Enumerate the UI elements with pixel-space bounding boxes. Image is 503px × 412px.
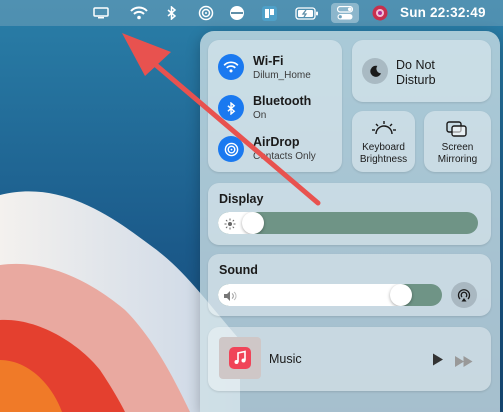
battery-icon[interactable] [293,0,321,26]
display-icon[interactable] [90,0,112,26]
keyboard-brightness-label-line1: Keyboard [362,142,405,153]
fast-forward-icon[interactable] [455,354,473,372]
bluetooth-toggle[interactable]: Bluetooth On [208,87,342,127]
now-playing-tile: Music [208,327,491,391]
keyboard-brightness-tile[interactable]: Keyboard Brightness [352,111,415,172]
screen-mirroring-label-line2: Mirroring [437,154,478,165]
display-tile: Display [208,183,491,245]
do-not-disturb-tile[interactable]: Do Not Disturb [352,40,491,102]
menu-bar-clock[interactable]: Sun 22:32:49 [400,0,486,26]
moon-icon [362,58,388,84]
control-center-icon[interactable] [331,3,359,23]
bluetooth-title: Bluetooth [253,94,312,108]
bluetooth-icon[interactable] [165,0,179,26]
keyboard-brightness-label-line2: Brightness [359,154,408,165]
wifi-title: Wi-Fi [253,54,284,68]
wifi-toggle[interactable]: Wi-Fi Dilum_Home [208,40,342,82]
menu-bar: Sun 22:32:49 [0,0,503,26]
volume-slider-fill [218,284,401,306]
sound-tile: Sound [208,254,491,316]
airdrop-icon [218,136,244,162]
status-icon[interactable] [227,0,247,26]
wifi-icon[interactable] [128,0,150,26]
sun-icon [224,217,236,234]
sound-label: Sound [219,263,258,277]
volume-slider[interactable] [218,284,442,306]
music-label: Music [269,352,302,366]
connectivity-tile: Wi-Fi Dilum_Home Bluetooth On AirDrop Co… [208,40,342,172]
app-icon[interactable] [259,0,279,26]
airplay-audio-icon[interactable] [451,282,477,308]
wifi-subtitle: Dilum_Home [253,70,311,81]
siri-icon[interactable] [370,0,390,26]
bluetooth-subtitle: On [253,110,267,121]
music-app-icon[interactable] [219,337,261,379]
airdrop-toggle[interactable]: AirDrop Contacts Only [208,130,342,172]
control-center-panel: Wi-Fi Dilum_Home Bluetooth On AirDrop Co… [200,31,500,412]
screen-mirroring-icon [446,121,468,142]
screen-mirroring-tile[interactable]: Screen Mirroring [424,111,491,172]
display-slider-knob[interactable] [242,212,264,234]
display-brightness-slider[interactable] [218,212,478,234]
display-label: Display [219,192,264,206]
screen-mirroring-label-line1: Screen [441,142,474,153]
speaker-icon [223,289,237,306]
volume-slider-knob[interactable] [390,284,412,306]
keyboard-brightness-icon [372,120,396,141]
play-icon[interactable] [432,353,444,371]
wifi-icon [218,54,244,80]
bluetooth-icon [218,95,244,121]
airdrop-icon[interactable] [196,0,216,26]
airdrop-subtitle: Contacts Only [253,151,316,162]
dnd-label-line2: Disturb [396,73,436,87]
airdrop-title: AirDrop [253,135,300,149]
dnd-label-line1: Do Not [396,58,435,72]
